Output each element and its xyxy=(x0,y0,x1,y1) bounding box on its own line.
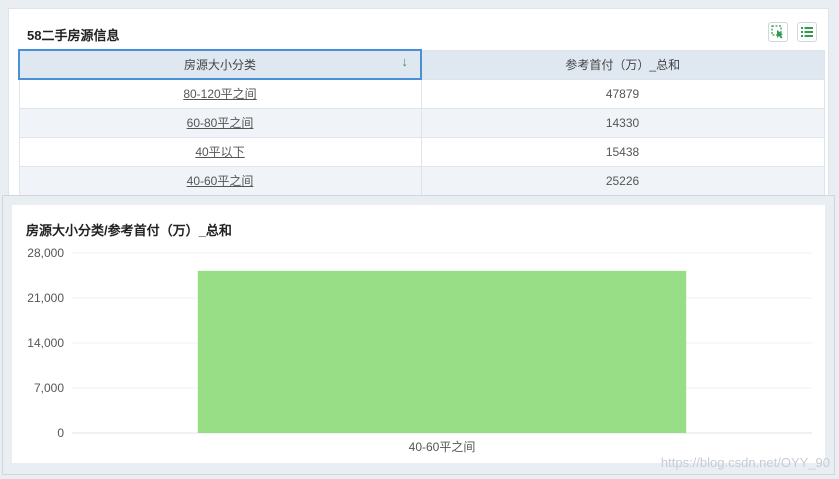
column-header-value[interactable]: 参考首付（万）_总和 xyxy=(420,49,825,80)
y-tick-label: 0 xyxy=(57,426,64,440)
y-tick-label: 14,000 xyxy=(27,336,64,350)
column-header-category[interactable]: 房源大小分类 ↓ xyxy=(18,49,422,80)
y-tick-label: 21,000 xyxy=(27,291,64,305)
category-link[interactable]: 60-80平之间 xyxy=(187,116,254,130)
chart-card: 房源大小分类/参考首付（万）_总和 28,000 21,000 14,000 7,00… xyxy=(12,205,825,463)
category-link[interactable]: 40平以下 xyxy=(195,145,244,159)
table-cell-category[interactable]: 40-60平之间 xyxy=(18,165,422,196)
table-panel: 58二手房源信息 房源大小分类 ↓ 参考首付（万）_总和 80-120平之间 4… xyxy=(8,8,829,196)
panel-title: 58二手房源信息 xyxy=(27,28,120,43)
category-link[interactable]: 40-60平之间 xyxy=(187,174,254,188)
x-tick-label: 40-60平之间 xyxy=(409,440,476,454)
table-cell-value: 15438 xyxy=(420,136,825,167)
table-row: 40平以下 15438 xyxy=(18,136,825,167)
table-cell-category[interactable]: 80-120平之间 xyxy=(18,78,422,109)
y-tick-label: 28,000 xyxy=(27,246,64,260)
category-link[interactable]: 80-120平之间 xyxy=(183,87,256,101)
table-cell-value: 47879 xyxy=(420,78,825,109)
table-cell-value: 14330 xyxy=(420,107,825,138)
cursor-select-icon xyxy=(771,25,785,39)
list-view-button[interactable] xyxy=(797,22,817,42)
column-header-label: 房源大小分类 xyxy=(183,58,256,72)
data-table: 房源大小分类 ↓ 参考首付（万）_总和 80-120平之间 47879 60-8… xyxy=(18,49,825,196)
table-header-row: 房源大小分类 ↓ 参考首付（万）_总和 xyxy=(18,49,825,80)
table-row: 40-60平之间 25226 xyxy=(18,165,825,196)
table-cell-category[interactable]: 60-80平之间 xyxy=(18,107,422,138)
bar[interactable] xyxy=(197,270,687,433)
column-header-label: 参考首付（万）_总和 xyxy=(565,58,681,72)
y-tick-label: 7,000 xyxy=(34,381,64,395)
bar-chart: 28,000 21,000 14,000 7,000 0 40-60平之间 xyxy=(27,246,812,454)
table-row: 60-80平之间 14330 xyxy=(18,107,825,138)
table-cell-category[interactable]: 40平以下 xyxy=(18,136,422,167)
sort-down-arrow-icon[interactable]: ↓ xyxy=(402,54,409,69)
table-row: 80-120平之间 47879 xyxy=(18,78,825,109)
table-cell-value: 25226 xyxy=(420,165,825,196)
watermark: https://blog.csdn.net/OYY_90 xyxy=(660,455,830,470)
list-view-icon xyxy=(800,25,814,39)
select-tool-button[interactable] xyxy=(768,22,788,42)
